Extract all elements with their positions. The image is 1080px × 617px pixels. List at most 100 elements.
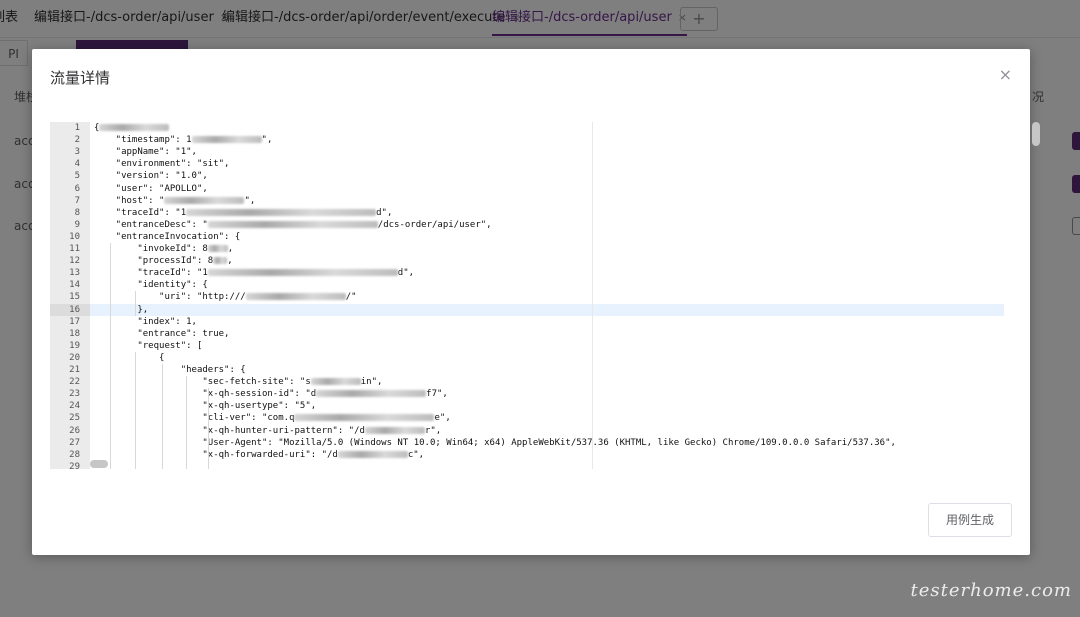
code-text: /" — [345, 292, 357, 303]
line-number: 6 — [74, 183, 80, 194]
code-line: "user": "APOLLO", — [94, 183, 208, 195]
code-text: "traceId": "1 — [94, 207, 187, 218]
code-line: "sec-fetch-site": "s in", — [94, 376, 382, 388]
code-text: e", — [434, 413, 451, 424]
code-text: , — [227, 244, 234, 254]
redacted-text — [99, 124, 170, 131]
code-text: "User-Agent": "Mozilla/5.0 (Windows NT 1… — [94, 437, 896, 448]
code-line: "version": "1.0", — [94, 170, 208, 182]
line-number: 9 — [74, 219, 80, 230]
code-text: ", — [186, 147, 197, 158]
code-text: "timestamp": 1 — [94, 135, 192, 146]
line-number: 28 — [69, 449, 80, 460]
line-number: 18 — [69, 328, 80, 339]
code-line: "identity": { — [94, 279, 208, 291]
json-code-editor[interactable]: 1 2 3 4 5 6 7 8 9 10 11 12 13 14 15 16 17 18 19 20 21 22 23 24 2… — [50, 122, 1046, 469]
code-line: "environment": "sit", — [94, 158, 230, 170]
redacted-text — [164, 196, 245, 204]
code-text: d", — [376, 207, 393, 218]
code-line: { — [94, 122, 170, 134]
code-text: "entranceInvocation": { — [94, 231, 241, 242]
code-text: ", — [244, 195, 256, 206]
redacted-text — [337, 450, 408, 458]
code-line: "x-qh-session-id": "d f7", — [94, 388, 448, 400]
redacted-text — [207, 269, 398, 277]
line-number: 23 — [69, 389, 80, 400]
code-text: "environment": "sit", — [94, 159, 230, 170]
code-text: }, — [94, 304, 149, 315]
horizontal-scrollbar[interactable] — [90, 460, 108, 468]
code-line: "entranceDesc": " /dcs-order/api/user", — [94, 219, 492, 231]
code-text: , — [227, 256, 233, 267]
indent-guide — [135, 351, 136, 469]
redacted-text — [294, 414, 435, 422]
line-number: 7 — [74, 195, 80, 206]
code-line: "x-qh-hunter-uri-pattern": "/d r", — [94, 425, 441, 437]
line-number: 19 — [69, 340, 80, 351]
redacted-text — [364, 426, 425, 434]
indent-guide — [208, 388, 209, 469]
line-number: 27 — [69, 437, 80, 448]
code-text: d", — [397, 268, 415, 279]
code-text: /dcs-order/api/user", — [377, 219, 492, 230]
code-line: { — [94, 352, 164, 364]
code-text: "traceId": "1 — [94, 268, 208, 279]
code-line: "cli-ver": "com.q e", — [94, 412, 451, 424]
code-line: "traceId": "1 d", — [94, 207, 393, 219]
generate-test-case-button[interactable]: 用例生成 — [928, 503, 1012, 537]
redacted-text — [191, 136, 262, 144]
code-text: "user": "APOLLO", — [94, 183, 208, 194]
code-line: "x-qh-forwarded-uri": "/d c", — [94, 449, 424, 461]
line-number: 11 — [69, 244, 80, 254]
line-number: 25 — [69, 413, 80, 424]
code-text: r", — [424, 425, 442, 436]
code-text: "headers": { — [94, 365, 246, 375]
indent-guide — [162, 364, 163, 469]
code-line: "x-qh-usertype": "5", — [94, 400, 316, 412]
code-line: "traceId": "1 d", — [94, 267, 414, 279]
redacted-text — [207, 220, 378, 228]
code-text: "cli-ver": "com.q — [94, 413, 295, 424]
code-line: "invokeId": 8, — [94, 243, 233, 255]
print-margin — [592, 122, 593, 469]
code-line: "uri": "http:/// /" — [94, 291, 357, 303]
redacted-text — [245, 293, 346, 301]
indent-guide — [186, 376, 187, 469]
code-content[interactable]: { "timestamp": 1 ", "appName": "1", "envi… — [90, 122, 1004, 469]
watermark: testerhome.com — [910, 580, 1072, 601]
code-text: "entrance": true, — [94, 328, 230, 339]
code-line: "timestamp": 1 ", — [94, 134, 273, 146]
code-text: ", — [261, 135, 273, 146]
line-number: 10 — [69, 231, 80, 242]
line-number: 12 — [69, 256, 80, 267]
code-text: "x-qh-forwarded-uri": "/d — [94, 449, 338, 460]
vertical-scrollbar[interactable] — [1032, 122, 1040, 146]
line-number: 5 — [74, 171, 80, 182]
code-text: "version": "1.0", — [94, 171, 208, 182]
code-line: "entranceInvocation": { — [94, 231, 241, 243]
line-number: 1 — [74, 123, 80, 133]
code-text: "host": " — [94, 195, 165, 206]
dialog-title: 流量详情 — [50, 69, 111, 87]
indent-guide — [110, 243, 111, 469]
line-number: 16 — [50, 303, 90, 316]
code-text: "entranceDesc": " — [94, 219, 208, 230]
close-icon[interactable]: × — [999, 65, 1012, 84]
line-number: 3 — [74, 147, 80, 158]
code-text: "invokeId": 8 — [94, 244, 208, 254]
redacted-text — [316, 390, 427, 398]
code-text: "processId": 8 — [94, 256, 214, 267]
line-number: 24 — [69, 401, 80, 412]
line-number: 15 — [69, 292, 80, 303]
line-number-gutter: 1 2 3 4 5 6 7 8 9 10 11 12 13 14 15 16 17 18 19 20 21 22 23 24 2… — [50, 122, 90, 469]
code-text: { — [94, 352, 165, 363]
code-text: "sec-fetch-site": "s — [94, 377, 311, 388]
redacted-text — [186, 208, 377, 216]
code-text: c", — [407, 449, 425, 460]
code-text: "identity": { — [94, 280, 208, 291]
code-text: "uri": "http:/// — [94, 292, 246, 303]
line-number: 26 — [69, 425, 80, 436]
code-line: "host": " ", — [94, 195, 256, 207]
line-number: 8 — [74, 207, 80, 218]
line-number: 22 — [69, 377, 80, 388]
